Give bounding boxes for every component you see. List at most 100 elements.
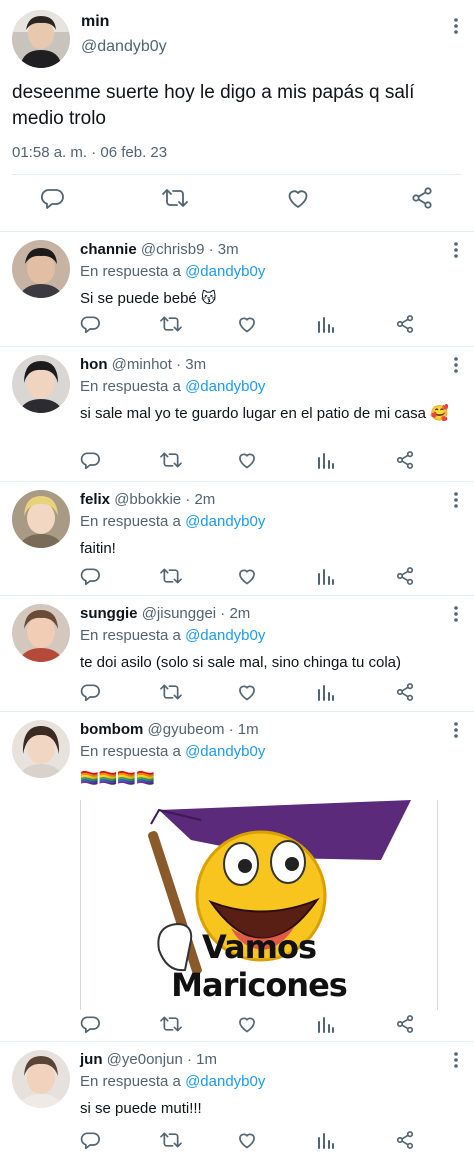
reply-time[interactable]: 3m: [218, 241, 239, 258]
in-reply-to: En respuesta a @dandyb0y: [80, 743, 265, 760]
in-reply-label: En respuesta a: [80, 743, 181, 760]
retweet-icon[interactable]: [160, 450, 182, 470]
reply-actions: [0, 566, 474, 588]
reply-tweet: sunggie @jisunggei · 2m En respuesta a @…: [0, 596, 474, 712]
avatar[interactable]: [12, 355, 70, 413]
reply-header: felix @bbokkie · 2m: [80, 491, 215, 508]
comment-icon[interactable]: [80, 450, 100, 470]
author-handle[interactable]: @bbokkie: [114, 491, 181, 508]
heart-icon[interactable]: [237, 682, 257, 702]
attached-image[interactable]: Vamos Maricones: [80, 800, 438, 1010]
analytics-icon[interactable]: [317, 566, 335, 586]
more-options-icon[interactable]: [454, 722, 458, 738]
avatar[interactable]: [12, 1050, 70, 1108]
reply-tweet: channie @chrisb9 · 3m En respuesta a @da…: [0, 232, 474, 347]
more-options-icon[interactable]: [454, 1052, 458, 1068]
avatar[interactable]: [12, 490, 70, 548]
author-name[interactable]: channie: [80, 241, 137, 258]
share-icon[interactable]: [395, 450, 415, 470]
tweet-actions: [0, 186, 474, 220]
author-handle[interactable]: @chrisb9: [141, 241, 205, 258]
share-icon[interactable]: [395, 314, 415, 334]
in-reply-label: En respuesta a: [80, 378, 181, 395]
reply-time[interactable]: 1m: [196, 1051, 217, 1068]
in-reply-label: En respuesta a: [80, 627, 181, 644]
more-options-icon[interactable]: [454, 357, 458, 373]
reply-time[interactable]: 2m: [194, 491, 215, 508]
author-handle[interactable]: @jisunggei: [142, 605, 216, 622]
share-icon[interactable]: [395, 1014, 415, 1034]
author-handle[interactable]: @ye0onjun: [107, 1051, 183, 1068]
comment-icon[interactable]: [80, 1130, 100, 1150]
share-icon[interactable]: [395, 1130, 415, 1150]
retweet-icon[interactable]: [160, 314, 182, 334]
reply-text: faitin!: [80, 540, 116, 557]
comment-icon[interactable]: [80, 1014, 100, 1034]
analytics-icon[interactable]: [317, 450, 335, 470]
heart-icon[interactable]: [237, 1130, 257, 1150]
in-reply-to: En respuesta a @dandyb0y: [80, 627, 265, 644]
separator: ·: [186, 1051, 192, 1068]
retweet-icon[interactable]: [160, 682, 182, 702]
heart-icon[interactable]: [286, 186, 310, 210]
reply-tweet: bombom @gyubeom · 1m En respuesta a @dan…: [0, 712, 474, 1042]
heart-icon[interactable]: [237, 566, 257, 586]
author-name[interactable]: sunggie: [80, 605, 138, 622]
reply-time[interactable]: 1m: [238, 721, 259, 738]
heart-icon[interactable]: [237, 450, 257, 470]
more-options-icon[interactable]: [454, 242, 458, 258]
avatar[interactable]: [12, 720, 70, 778]
tweet-text: deseenme suerte hoy le digo a mis papás …: [12, 82, 415, 129]
more-options-icon[interactable]: [454, 492, 458, 508]
avatar[interactable]: [12, 240, 70, 298]
reply-tweet: hon @minhot · 3m En respuesta a @dandyb0…: [0, 347, 474, 482]
reply-actions: [0, 1130, 474, 1152]
tweet-timestamp[interactable]: 01:58 a. m. · 06 feb. 23: [12, 144, 167, 161]
analytics-icon[interactable]: [317, 1014, 335, 1034]
heart-icon[interactable]: [237, 1014, 257, 1034]
reply-text: si se puede muti!!!: [80, 1100, 202, 1117]
main-tweet: min @dandyb0y deseenme suerte hoy le dig…: [0, 0, 474, 232]
in-reply-handle[interactable]: @dandyb0y: [185, 263, 265, 280]
retweet-icon[interactable]: [160, 566, 182, 586]
in-reply-handle[interactable]: @dandyb0y: [185, 627, 265, 644]
author-name[interactable]: hon: [80, 356, 108, 373]
comment-icon[interactable]: [40, 186, 64, 210]
retweet-icon[interactable]: [162, 186, 188, 210]
separator: ·: [185, 491, 191, 508]
share-icon[interactable]: [395, 682, 415, 702]
author-handle[interactable]: @dandyb0y: [81, 38, 167, 56]
comment-icon[interactable]: [80, 314, 100, 334]
in-reply-handle[interactable]: @dandyb0y: [185, 743, 265, 760]
separator: ·: [176, 356, 182, 373]
comment-icon[interactable]: [80, 682, 100, 702]
reply-time[interactable]: 3m: [185, 356, 206, 373]
share-icon[interactable]: [395, 566, 415, 586]
analytics-icon[interactable]: [317, 1130, 335, 1150]
author-handle[interactable]: @minhot: [112, 356, 172, 373]
more-options-icon[interactable]: [454, 18, 458, 34]
retweet-icon[interactable]: [160, 1130, 182, 1150]
heart-icon[interactable]: [237, 314, 257, 334]
reply-header: hon @minhot · 3m: [80, 356, 206, 373]
reply-actions: [0, 450, 474, 472]
separator: ·: [228, 721, 234, 738]
analytics-icon[interactable]: [317, 682, 335, 702]
author-name[interactable]: min: [81, 13, 109, 31]
author-name[interactable]: jun: [80, 1051, 103, 1068]
retweet-icon[interactable]: [160, 1014, 182, 1034]
avatar[interactable]: [12, 604, 70, 662]
more-options-icon[interactable]: [454, 606, 458, 622]
in-reply-handle[interactable]: @dandyb0y: [185, 513, 265, 530]
author-name[interactable]: felix: [80, 491, 110, 508]
author-name[interactable]: bombom: [80, 721, 143, 738]
author-handle[interactable]: @gyubeom: [148, 721, 225, 738]
avatar[interactable]: [12, 10, 70, 68]
share-icon[interactable]: [410, 186, 434, 210]
reply-time[interactable]: 2m: [229, 605, 250, 622]
analytics-icon[interactable]: [317, 314, 335, 334]
in-reply-handle[interactable]: @dandyb0y: [185, 1073, 265, 1090]
in-reply-handle[interactable]: @dandyb0y: [185, 378, 265, 395]
comment-icon[interactable]: [80, 566, 100, 586]
reply-text: te doi asilo (solo si sale mal, sino chi…: [80, 654, 401, 671]
